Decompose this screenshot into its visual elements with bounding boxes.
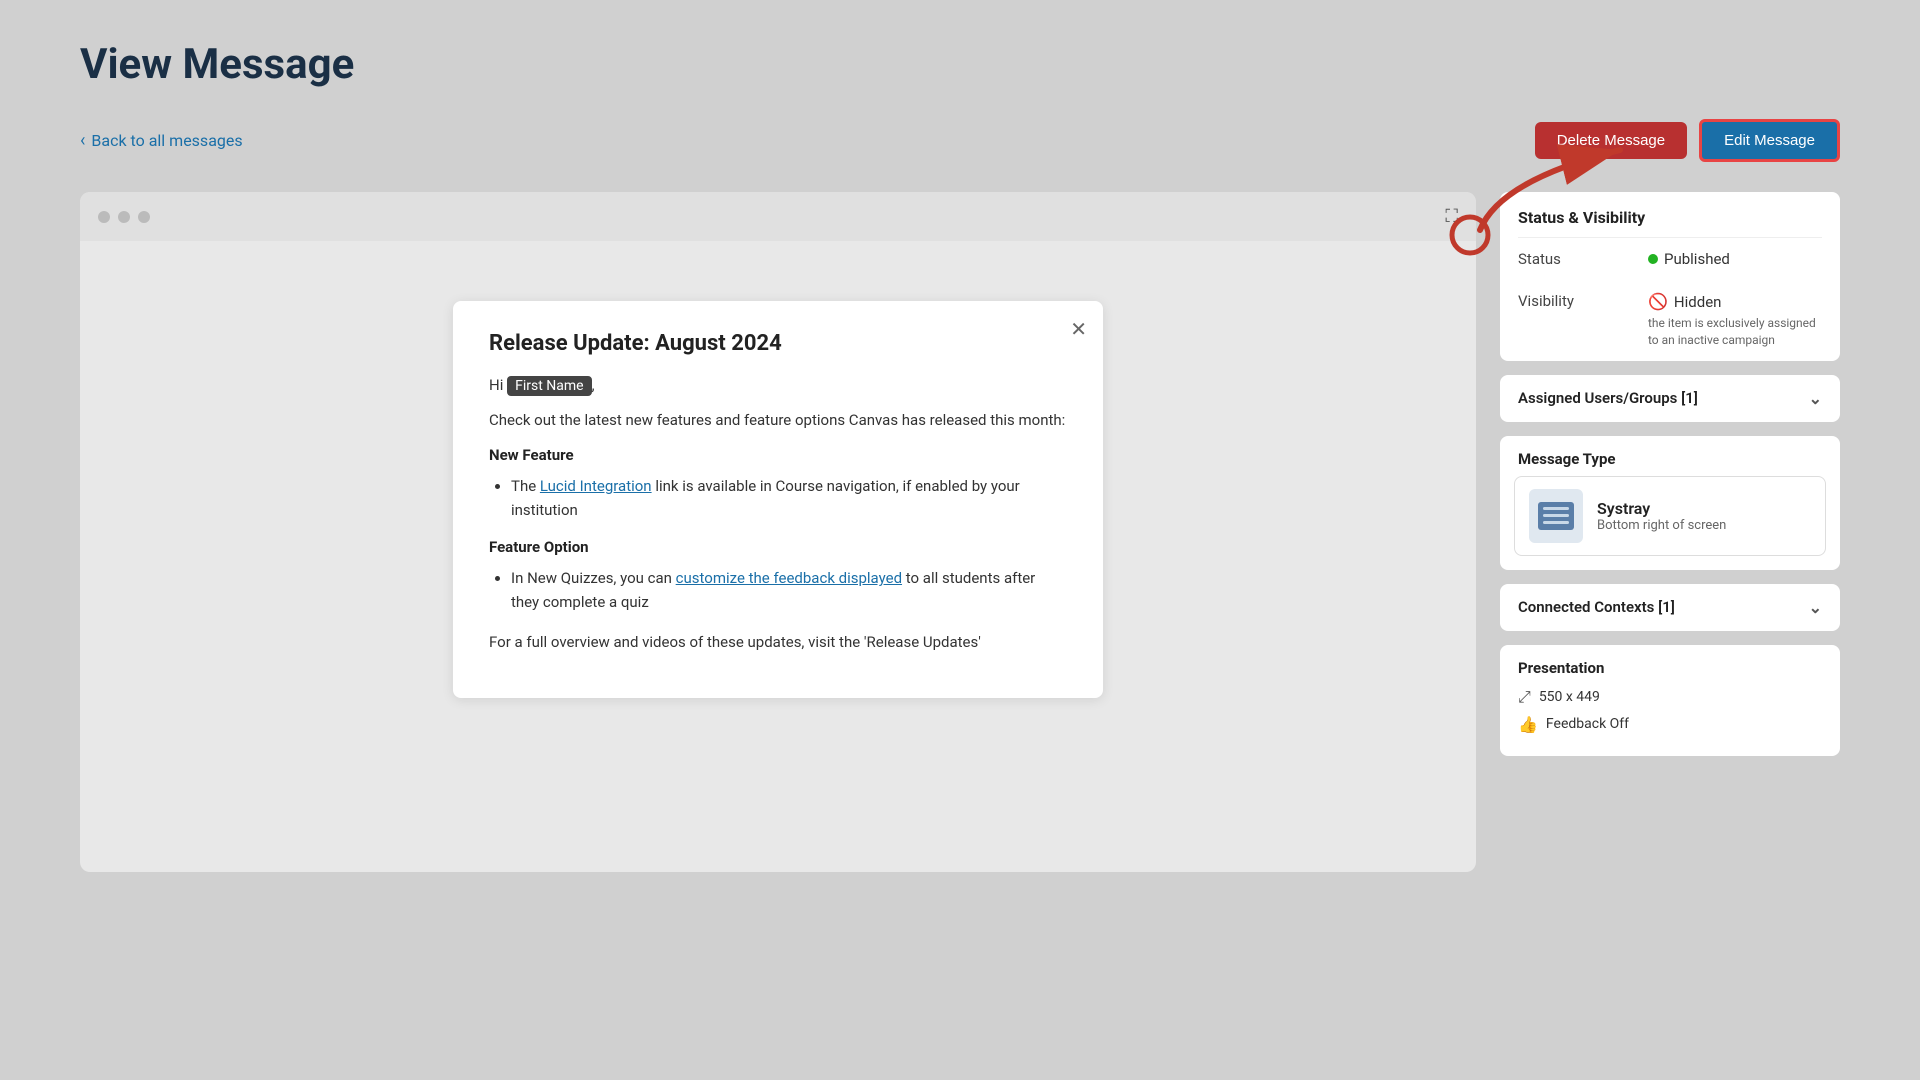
dimensions-icon: ⤢ xyxy=(1518,687,1531,707)
message-type-section: Message Type Systray Bottom right of scr… xyxy=(1500,436,1840,570)
lucid-integration-link[interactable]: Lucid Integration xyxy=(540,477,652,495)
assigned-users-label: Assigned Users/Groups [1] xyxy=(1518,389,1698,407)
message-card: Release Update: August 2024 ✕ Hi First N… xyxy=(453,301,1103,698)
preview-body: Release Update: August 2024 ✕ Hi First N… xyxy=(80,241,1476,738)
page-title: View Message xyxy=(80,40,1840,89)
expand-icon[interactable]: ⛶ xyxy=(1445,206,1458,227)
dimensions-row: ⤢ 550 x 449 xyxy=(1518,687,1822,707)
sidebar: Status & Visibility Status Published Vis… xyxy=(1500,192,1840,872)
first-name-badge: First Name xyxy=(507,376,591,396)
connected-contexts-label: Connected Contexts [1] xyxy=(1518,598,1675,616)
assigned-users-header[interactable]: Assigned Users/Groups [1] ⌄ xyxy=(1500,375,1840,422)
assigned-chevron-icon: ⌄ xyxy=(1809,389,1822,408)
greeting: Hi First Name, xyxy=(489,376,1067,394)
visibility-row: Visibility 🚫 Hidden the item is exclusiv… xyxy=(1500,280,1840,361)
feedback-icon: 👍 xyxy=(1518,715,1538,734)
main-content: ⛶ Release Update: August 2024 ✕ Hi First… xyxy=(80,192,1840,872)
top-actions: Delete Message Edit Message xyxy=(1535,119,1840,162)
presentation-section: Presentation ⤢ 550 x 449 👍 Feedback Off xyxy=(1500,645,1840,756)
systray-name: Systray xyxy=(1597,499,1726,518)
status-value: Published xyxy=(1648,250,1730,268)
back-link[interactable]: ‹ Back to all messages xyxy=(80,130,243,151)
icon-line-2 xyxy=(1543,514,1569,517)
connected-chevron-icon: ⌄ xyxy=(1809,598,1822,617)
connected-contexts-header[interactable]: Connected Contexts [1] ⌄ xyxy=(1500,584,1840,631)
hidden-icon: 🚫 xyxy=(1648,292,1668,311)
body-closing: For a full overview and videos of these … xyxy=(489,630,1067,654)
section1-heading: New Feature xyxy=(489,446,1067,464)
back-link-label: Back to all messages xyxy=(91,131,242,150)
icon-line-1 xyxy=(1543,507,1569,510)
bullet-list-2: In New Quizzes, you can customize the fe… xyxy=(489,566,1067,614)
systray-card: Systray Bottom right of screen xyxy=(1514,476,1826,556)
window-dots xyxy=(98,211,150,223)
systray-info: Systray Bottom right of screen xyxy=(1597,499,1726,533)
top-bar: ‹ Back to all messages Delete Message Ed… xyxy=(80,119,1840,162)
message-type-title: Message Type xyxy=(1500,436,1840,476)
systray-icon xyxy=(1538,502,1574,530)
presentation-title: Presentation xyxy=(1518,659,1822,677)
delete-message-button[interactable]: Delete Message xyxy=(1535,122,1687,159)
window-dot-2 xyxy=(118,211,130,223)
visibility-note: the item is exclusively assigned to an i… xyxy=(1648,315,1822,349)
bullet-item-1: The Lucid Integration link is available … xyxy=(511,474,1067,522)
preview-header: ⛶ xyxy=(80,192,1476,241)
bullet-item-2: In New Quizzes, you can customize the fe… xyxy=(511,566,1067,614)
status-dot-green xyxy=(1648,254,1658,264)
status-label: Status xyxy=(1518,250,1598,268)
window-dot-1 xyxy=(98,211,110,223)
edit-message-button[interactable]: Edit Message xyxy=(1699,119,1840,162)
systray-desc: Bottom right of screen xyxy=(1597,518,1726,533)
icon-line-3 xyxy=(1543,521,1569,524)
customize-feedback-link[interactable]: customize the feedback displayed xyxy=(676,569,902,587)
message-card-title: Release Update: August 2024 xyxy=(489,331,1067,356)
message-card-close-button[interactable]: ✕ xyxy=(1070,317,1087,342)
status-row: Status Published xyxy=(1500,238,1840,280)
sv-title: Status & Visibility xyxy=(1500,192,1840,237)
body-intro: Check out the latest new features and fe… xyxy=(489,408,1067,432)
connected-contexts-section: Connected Contexts [1] ⌄ xyxy=(1500,584,1840,631)
visibility-label: Visibility xyxy=(1518,292,1598,310)
assigned-users-section: Assigned Users/Groups [1] ⌄ xyxy=(1500,375,1840,422)
preview-panel: ⛶ Release Update: August 2024 ✕ Hi First… xyxy=(80,192,1476,872)
chevron-left-icon: ‹ xyxy=(80,130,85,151)
section2-heading: Feature Option xyxy=(489,538,1067,556)
window-dot-3 xyxy=(138,211,150,223)
bullet-list-1: The Lucid Integration link is available … xyxy=(489,474,1067,522)
dimensions-value: 550 x 449 xyxy=(1539,689,1600,705)
systray-icon-wrap xyxy=(1529,489,1583,543)
status-visibility-section: Status & Visibility Status Published Vis… xyxy=(1500,192,1840,361)
page-wrapper: View Message ‹ Back to all messages Dele… xyxy=(0,0,1920,1080)
visibility-value-wrap: 🚫 Hidden the item is exclusively assigne… xyxy=(1648,292,1822,349)
feedback-row: 👍 Feedback Off xyxy=(1518,715,1822,734)
feedback-label: Feedback Off xyxy=(1546,716,1629,732)
